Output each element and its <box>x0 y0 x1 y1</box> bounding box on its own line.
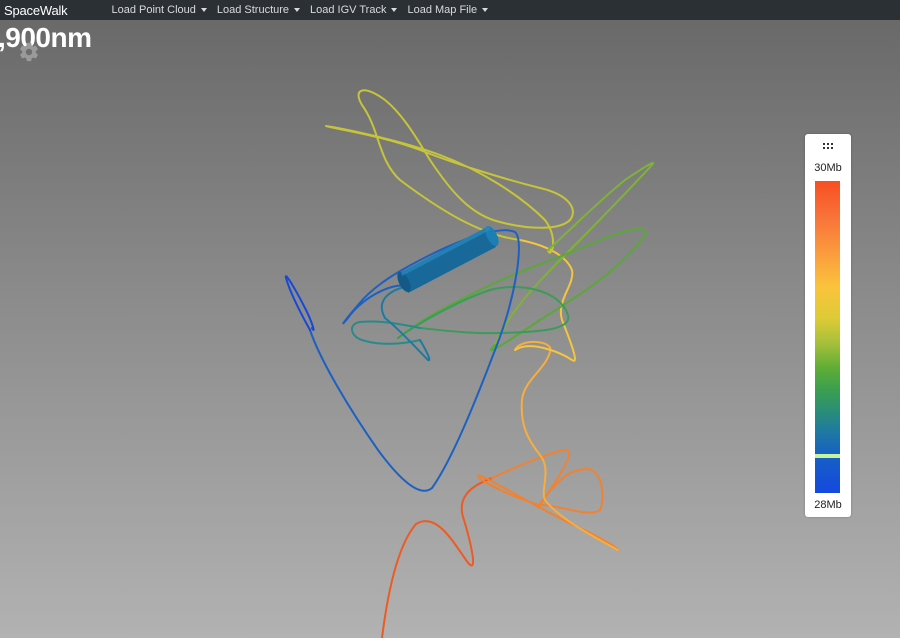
chevron-down-icon <box>200 8 207 12</box>
colorbar-bottom-label: 28Mb <box>814 499 842 511</box>
load-structure-label: Load Structure <box>216 4 290 16</box>
load-map-file-label: Load Map File <box>407 4 478 16</box>
chevron-down-icon <box>482 8 489 12</box>
load-point-cloud-label: Load Point Cloud <box>111 4 196 16</box>
colorbar-ramp[interactable] <box>815 181 840 493</box>
genomic-colorbar: 30Mb 28Mb <box>805 134 851 517</box>
top-navbar: SpaceWalk Load Point Cloud Load Structur… <box>0 0 900 20</box>
app-brand[interactable]: SpaceWalk <box>4 3 68 18</box>
chromatin-3d-scene[interactable] <box>0 0 900 638</box>
chevron-down-icon <box>391 8 398 12</box>
trace-segment-yellow-green <box>325 89 574 254</box>
gear-icon[interactable] <box>18 41 40 63</box>
trace-segment-teal-green <box>397 286 570 339</box>
trace-segment-light-orange <box>514 341 619 551</box>
chevron-down-icon <box>294 8 301 12</box>
load-igv-track-menu[interactable]: Load IGV Track <box>310 4 398 16</box>
highlight-tube-icon <box>397 225 499 293</box>
load-map-file-menu[interactable]: Load Map File <box>407 4 489 16</box>
load-point-cloud-menu[interactable]: Load Point Cloud <box>111 4 207 16</box>
trace-segment-orange-red <box>381 477 493 638</box>
load-igv-track-label: Load IGV Track <box>310 4 387 16</box>
distance-readout: ,900nm <box>0 22 92 53</box>
colorbar-position-marker[interactable] <box>815 454 840 458</box>
drag-handle-icon[interactable] <box>823 142 833 150</box>
colorbar-top-label: 30Mb <box>814 162 842 174</box>
trace-segment-deep-blue <box>284 275 315 331</box>
trace-segment-orange <box>476 448 620 552</box>
load-structure-menu[interactable]: Load Structure <box>216 4 301 16</box>
